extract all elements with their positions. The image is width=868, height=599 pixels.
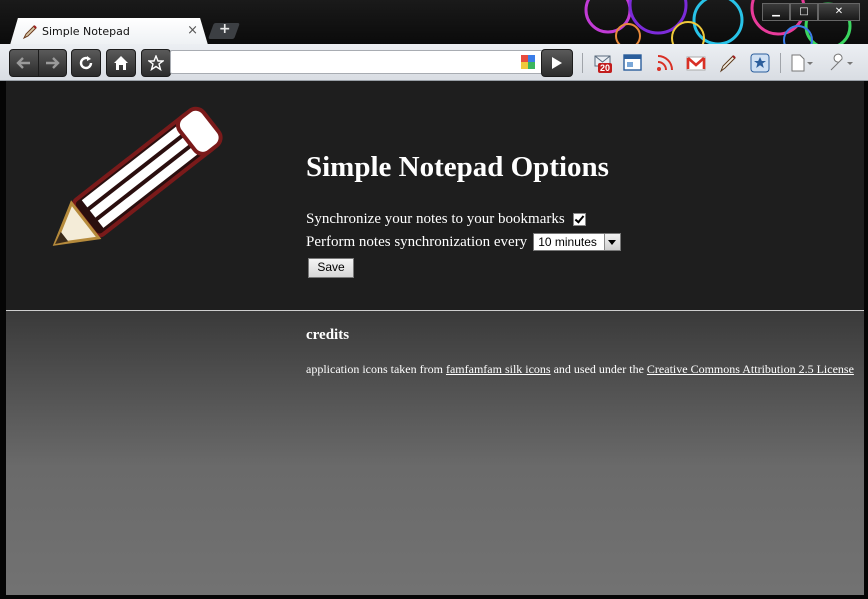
interval-select[interactable]: 10 minutes <box>533 233 621 251</box>
arrow-left-icon <box>16 56 32 70</box>
tab-close-icon[interactable]: × <box>187 23 198 38</box>
home-icon <box>113 55 129 71</box>
mail-checker-extension[interactable]: 20 <box>594 53 614 73</box>
interval-option-row: Perform notes synchronization every 10 m… <box>306 233 621 251</box>
bookmarks-extension[interactable] <box>750 53 770 73</box>
plus-icon: + <box>212 21 238 37</box>
save-button[interactable]: Save <box>308 258 354 278</box>
interval-label: Perform notes synchronization every <box>306 234 527 251</box>
famfamfam-link[interactable]: famfamfam silk icons <box>446 362 551 376</box>
pencil-icon <box>22 24 38 40</box>
reload-button[interactable] <box>71 49 101 77</box>
sync-label: Synchronize your notes to your bookmarks <box>306 211 565 228</box>
reload-icon <box>78 55 94 71</box>
home-button[interactable] <box>106 49 136 77</box>
settings-menu-button[interactable] <box>828 53 848 73</box>
tab-title: Simple Notepad <box>42 25 130 38</box>
chevron-down-icon <box>604 234 620 250</box>
pencil-logo-icon <box>30 99 240 259</box>
credits-text: application icons taken from famfamfam s… <box>306 361 864 377</box>
maximize-button[interactable]: □ <box>790 3 818 21</box>
bookmark-star-button[interactable] <box>141 49 171 77</box>
credits-heading: credits <box>306 327 349 344</box>
interval-select-value: 10 minutes <box>538 235 597 249</box>
forward-button[interactable] <box>38 50 67 76</box>
minimize-button[interactable]: ▁ <box>762 3 790 21</box>
credits-section: credits application icons taken from fam… <box>6 311 864 595</box>
back-button[interactable] <box>10 50 38 76</box>
credits-text-middle: and used under the <box>551 362 647 376</box>
toolbar-separator <box>780 53 781 73</box>
colored-squares-icon[interactable] <box>520 54 536 70</box>
gmail-extension[interactable] <box>686 53 706 73</box>
wrench-icon <box>828 53 854 73</box>
options-header: Simple Notepad Options Synchronize your … <box>6 81 864 311</box>
go-button[interactable] <box>541 49 573 77</box>
star-badge-icon <box>750 53 770 73</box>
creative-commons-link[interactable]: Creative Commons Attribution 2.5 License <box>647 362 854 376</box>
page-icon <box>790 53 814 73</box>
play-icon <box>551 56 563 70</box>
credits-text-before: application icons taken from <box>306 362 446 376</box>
arrow-right-icon <box>44 56 60 70</box>
toolbar-separator <box>582 53 583 73</box>
navigation-buttons <box>9 49 67 77</box>
rss-icon <box>655 53 675 73</box>
notepad-extension[interactable] <box>718 53 738 73</box>
title-bar: ▁ □ ✕ Simple Notepad × + <box>0 0 868 44</box>
star-icon <box>148 55 164 71</box>
address-bar[interactable] <box>170 50 572 74</box>
gmail-icon <box>686 53 706 73</box>
new-tab-button[interactable]: + <box>208 23 240 39</box>
page-menu-button[interactable] <box>790 53 810 73</box>
sync-checkbox[interactable] <box>573 213 586 226</box>
sync-option-row: Synchronize your notes to your bookmarks <box>306 211 586 228</box>
close-window-button[interactable]: ✕ <box>818 3 860 21</box>
page-title: Simple Notepad Options <box>306 151 609 184</box>
rss-extension[interactable] <box>655 53 675 73</box>
window-extension[interactable] <box>623 53 643 73</box>
tab-simple-notepad[interactable]: Simple Notepad × <box>10 18 208 45</box>
window-controls: ▁ □ ✕ <box>762 3 860 19</box>
mail-count-badge: 20 <box>598 63 612 73</box>
browser-window: ▁ □ ✕ Simple Notepad × + <box>0 0 868 599</box>
options-page: Simple Notepad Options Synchronize your … <box>6 81 864 595</box>
browser-toolbar: 20 <box>0 44 868 81</box>
window-icon <box>623 53 643 73</box>
pencil-icon <box>718 53 738 73</box>
